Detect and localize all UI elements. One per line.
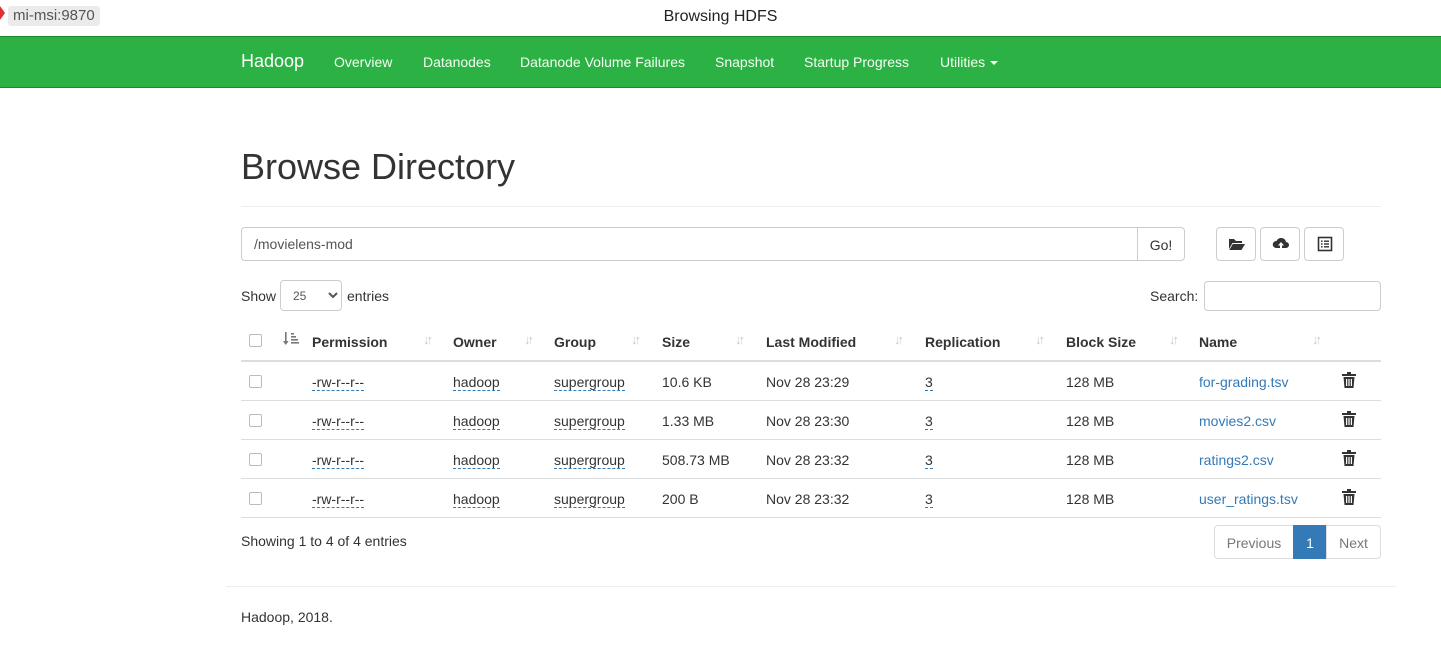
row-checkbox[interactable] bbox=[249, 492, 262, 505]
size-cell: 200 B bbox=[662, 491, 699, 507]
entries-per-page-select[interactable]: 25 bbox=[280, 280, 342, 311]
header-block-size[interactable]: Block Size bbox=[1066, 334, 1136, 350]
header-size[interactable]: Size bbox=[662, 334, 690, 350]
trash-icon[interactable] bbox=[1342, 372, 1356, 388]
directory-path-input[interactable] bbox=[241, 227, 1139, 261]
file-name-link[interactable]: movies2.csv bbox=[1199, 413, 1276, 429]
upload-file-button[interactable] bbox=[1260, 227, 1300, 261]
sort-icon[interactable]: ↓↑ bbox=[894, 332, 904, 347]
last-modified-cell: Nov 28 23:29 bbox=[766, 374, 850, 390]
size-cell: 10.6 KB bbox=[662, 374, 712, 390]
sort-icon[interactable]: ↓↑ bbox=[423, 332, 433, 347]
replication-cell[interactable]: 3 bbox=[925, 452, 933, 469]
divider bbox=[226, 586, 1396, 587]
nav-datanode-volume-failures[interactable]: Datanode Volume Failures bbox=[520, 54, 685, 70]
size-cell: 508.73 MB bbox=[662, 452, 730, 468]
owner-cell[interactable]: hadoop bbox=[453, 374, 500, 391]
search-input[interactable] bbox=[1204, 281, 1381, 311]
sort-icon[interactable]: ↓↑ bbox=[1169, 332, 1179, 347]
replication-cell[interactable]: 3 bbox=[925, 491, 933, 508]
table-row: -rw-r--r-- hadoop supergroup 508.73 MB N… bbox=[241, 440, 1381, 479]
navbar-brand[interactable]: Hadoop bbox=[241, 51, 304, 72]
table-row: -rw-r--r-- hadoop supergroup 1.33 MB Nov… bbox=[241, 401, 1381, 440]
row-checkbox[interactable] bbox=[249, 375, 262, 388]
owner-cell[interactable]: hadoop bbox=[453, 413, 500, 430]
trash-icon[interactable] bbox=[1342, 450, 1356, 466]
sort-amount-icon[interactable] bbox=[283, 332, 299, 346]
trash-icon[interactable] bbox=[1342, 411, 1356, 427]
group-cell[interactable]: supergroup bbox=[554, 413, 625, 430]
select-all-checkbox[interactable] bbox=[249, 334, 262, 347]
header-last-modified[interactable]: Last Modified bbox=[766, 334, 856, 350]
permission-cell[interactable]: -rw-r--r-- bbox=[312, 452, 365, 469]
window-titlebar: mi-msi:9870 Browsing HDFS bbox=[0, 0, 1441, 36]
sort-icon[interactable]: ↓↑ bbox=[1312, 332, 1322, 347]
page-1-button[interactable]: 1 bbox=[1293, 525, 1327, 559]
header-replication[interactable]: Replication bbox=[925, 334, 1000, 350]
cut-paste-button[interactable] bbox=[1304, 227, 1344, 261]
list-alt-icon bbox=[1317, 236, 1333, 252]
sort-icon[interactable]: ↓↑ bbox=[735, 332, 745, 347]
replication-cell[interactable]: 3 bbox=[925, 374, 933, 391]
block-size-cell: 128 MB bbox=[1066, 413, 1115, 429]
entries-label: entries bbox=[347, 288, 390, 304]
nav-startup-progress[interactable]: Startup Progress bbox=[804, 54, 909, 70]
nav-utilities-label: Utilities bbox=[940, 54, 986, 70]
sort-icon[interactable]: ↓↑ bbox=[631, 332, 641, 347]
show-label: Show bbox=[241, 288, 277, 304]
group-cell[interactable]: supergroup bbox=[554, 491, 625, 508]
size-cell: 1.33 MB bbox=[662, 413, 715, 429]
footer-text: Hadoop, 2018. bbox=[241, 609, 333, 625]
file-table: Permission ↓↑ Owner ↓↑ Group ↓↑ Size ↓↑ … bbox=[241, 320, 1381, 518]
row-checkbox[interactable] bbox=[249, 453, 262, 466]
next-page-button[interactable]: Next bbox=[1326, 525, 1381, 559]
last-modified-cell: Nov 28 23:32 bbox=[766, 491, 850, 507]
block-size-cell: 128 MB bbox=[1066, 491, 1115, 507]
create-directory-button[interactable] bbox=[1216, 227, 1256, 261]
search-label: Search: bbox=[1150, 288, 1199, 304]
folder-open-icon bbox=[1229, 239, 1245, 250]
permission-cell[interactable]: -rw-r--r-- bbox=[312, 491, 365, 508]
sort-icon[interactable]: ↓↑ bbox=[1035, 332, 1045, 347]
permission-cell[interactable]: -rw-r--r-- bbox=[312, 374, 365, 391]
go-button[interactable]: Go! bbox=[1137, 227, 1185, 261]
header-name[interactable]: Name bbox=[1199, 334, 1237, 350]
owner-cell[interactable]: hadoop bbox=[453, 452, 500, 469]
table-header: Permission ↓↑ Owner ↓↑ Group ↓↑ Size ↓↑ … bbox=[241, 320, 1381, 362]
header-permission[interactable]: Permission bbox=[312, 334, 387, 350]
navbar: Hadoop Overview Datanodes Datanode Volum… bbox=[0, 36, 1441, 88]
group-cell[interactable]: supergroup bbox=[554, 374, 625, 391]
previous-page-button[interactable]: Previous bbox=[1214, 525, 1294, 559]
header-owner[interactable]: Owner bbox=[453, 334, 497, 350]
nav-utilities-dropdown[interactable]: Utilities bbox=[940, 54, 999, 70]
last-modified-cell: Nov 28 23:30 bbox=[766, 413, 850, 429]
nav-snapshot[interactable]: Snapshot bbox=[715, 54, 774, 70]
file-name-link[interactable]: for-grading.tsv bbox=[1199, 374, 1288, 390]
block-size-cell: 128 MB bbox=[1066, 452, 1115, 468]
sort-icon[interactable]: ↓↑ bbox=[524, 332, 534, 347]
table-row: -rw-r--r-- hadoop supergroup 200 B Nov 2… bbox=[241, 479, 1381, 518]
file-name-link[interactable]: user_ratings.tsv bbox=[1199, 491, 1298, 507]
owner-cell[interactable]: hadoop bbox=[453, 491, 500, 508]
row-checkbox[interactable] bbox=[249, 414, 262, 427]
caret-down-icon bbox=[990, 61, 999, 66]
nav-overview[interactable]: Overview bbox=[334, 54, 392, 70]
nav-datanodes[interactable]: Datanodes bbox=[423, 54, 491, 70]
table-info: Showing 1 to 4 of 4 entries bbox=[241, 533, 407, 549]
divider bbox=[241, 206, 1381, 207]
file-name-link[interactable]: ratings2.csv bbox=[1199, 452, 1274, 468]
last-modified-cell: Nov 28 23:32 bbox=[766, 452, 850, 468]
window-title: Browsing HDFS bbox=[663, 8, 778, 25]
table-row: -rw-r--r-- hadoop supergroup 10.6 KB Nov… bbox=[241, 362, 1381, 401]
block-size-cell: 128 MB bbox=[1066, 374, 1115, 390]
group-cell[interactable]: supergroup bbox=[554, 452, 625, 469]
cloud-upload-icon bbox=[1272, 237, 1289, 250]
page-title: Browse Directory bbox=[241, 146, 516, 187]
replication-cell[interactable]: 3 bbox=[925, 413, 933, 430]
trash-icon[interactable] bbox=[1342, 489, 1356, 505]
permission-cell[interactable]: -rw-r--r-- bbox=[312, 413, 365, 430]
header-group[interactable]: Group bbox=[554, 334, 596, 350]
